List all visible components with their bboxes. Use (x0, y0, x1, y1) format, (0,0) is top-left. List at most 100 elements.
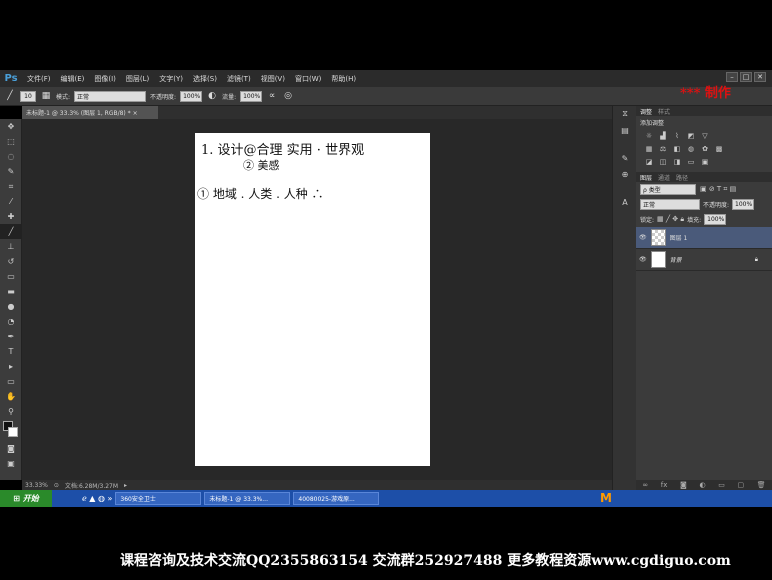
levels-icon[interactable]: ▟ (658, 131, 668, 140)
hue-saturation-icon[interactable]: ▦ (644, 144, 654, 153)
character-panel-icon[interactable]: A (613, 194, 637, 210)
mode-select[interactable]: 正常 (74, 90, 147, 102)
color-swatches-icon[interactable] (0, 419, 22, 441)
history-panel-icon[interactable]: ⧖ (613, 106, 637, 122)
pressure-size-icon[interactable]: ◎ (282, 90, 294, 102)
dodge-tool-icon[interactable]: ◔ (0, 314, 22, 329)
screen-mode-icon[interactable]: ▣ (0, 456, 22, 471)
layer-kind-select[interactable]: ρ 类型 (640, 184, 696, 195)
move-tool-icon[interactable]: ✥ (0, 119, 22, 134)
eyedropper-tool-icon[interactable]: ⁄ (0, 194, 22, 209)
channel-mixer-icon[interactable]: ✿ (700, 144, 710, 153)
brush-size-picker[interactable]: 10 (20, 90, 36, 102)
hand-tool-icon[interactable]: ✋ (0, 389, 22, 404)
curves-icon[interactable]: ⌇ (672, 131, 682, 140)
menu-select[interactable]: 选择(S) (188, 74, 222, 84)
minimize-button[interactable]: – (726, 72, 738, 82)
selective-color-icon[interactable]: ▣ (700, 157, 710, 166)
history-brush-tool-icon[interactable]: ↺ (0, 254, 22, 269)
gradient-tool-icon[interactable]: ▬ (0, 284, 22, 299)
menu-type[interactable]: 文字(Y) (154, 74, 188, 84)
pressure-opacity-icon[interactable]: ◐ (206, 90, 218, 102)
gradient-map-icon[interactable]: ▭ (686, 157, 696, 166)
document-tab[interactable]: 未标题-1 @ 33.3% (图层 1, RGB/8) * × (22, 106, 158, 119)
filter-icons-icon[interactable]: ▣ ⊘ T ⌗ ▤ (700, 185, 736, 194)
stamp-tool-icon[interactable]: ⊥ (0, 239, 22, 254)
menu-edit[interactable]: 编辑(E) (56, 74, 90, 84)
tab-styles[interactable]: 样式 (658, 107, 670, 116)
exposure-icon[interactable]: ◩ (686, 131, 696, 140)
maximize-button[interactable]: □ (740, 72, 752, 82)
mask-icon[interactable]: ◙ (680, 481, 687, 489)
tab-adjustments[interactable]: 调整 (640, 107, 652, 116)
layer-row-background[interactable]: 👁︎ 背景 🔒︎ (636, 249, 772, 271)
type-tool-icon[interactable]: T (0, 344, 22, 359)
zoom-tool-icon[interactable]: ⚲ (0, 404, 22, 419)
path-select-tool-icon[interactable]: ▸ (0, 359, 22, 374)
status-icon[interactable]: ⊙ (54, 482, 59, 489)
quick-launch-icons-icon[interactable]: ℯ ▲ ◍ » (82, 494, 112, 503)
eye-icon[interactable]: 👁︎ (639, 256, 647, 263)
task-360[interactable]: 360安全卫士 (115, 492, 202, 505)
marquee-tool-icon[interactable]: ⬚ (0, 134, 22, 149)
eye-icon[interactable]: 👁︎ (639, 234, 647, 241)
tab-paths[interactable]: 路径 (676, 173, 688, 182)
clone-source-icon[interactable]: ⊕ (613, 166, 637, 182)
photo-filter-icon[interactable]: ◍ (686, 144, 696, 153)
flow-input[interactable]: 100% (240, 90, 263, 102)
close-button[interactable]: ✕ (754, 72, 766, 82)
shape-tool-icon[interactable]: ▭ (0, 374, 22, 389)
fx-icon[interactable]: fx (661, 481, 668, 489)
menu-image[interactable]: 图像(I) (89, 74, 121, 84)
tab-layers[interactable]: 图层 (640, 173, 652, 182)
layer-opacity-input[interactable]: 100% (732, 199, 755, 210)
menu-view[interactable]: 视图(V) (256, 74, 290, 84)
pen-tool-icon[interactable]: ✒ (0, 329, 22, 344)
quick-mask-icon[interactable]: ◙ (0, 441, 22, 456)
lasso-tool-icon[interactable]: ◌ (0, 149, 22, 164)
blur-tool-icon[interactable]: ● (0, 299, 22, 314)
crop-tool-icon[interactable]: ⌗ (0, 179, 22, 194)
opacity-input[interactable]: 100% (180, 90, 203, 102)
properties-panel-icon[interactable]: ▤ (613, 122, 637, 138)
brush-tool-icon[interactable]: ╱ (0, 224, 22, 239)
vibrance-icon[interactable]: ▽ (700, 131, 710, 140)
tab-channels[interactable]: 通道 (658, 173, 670, 182)
menu-file[interactable]: 文件(F) (22, 74, 56, 84)
black-white-icon[interactable]: ◧ (672, 144, 682, 153)
blend-mode-select[interactable]: 正常 (640, 199, 700, 210)
layer-row-layer1[interactable]: 👁︎ 图层 1 (636, 227, 772, 249)
task-photoshop[interactable]: 未标题-1 @ 33.3%... (204, 492, 291, 505)
link-layers-icon[interactable]: ∞ (642, 481, 648, 489)
threshold-icon[interactable]: ◨ (672, 157, 682, 166)
status-menu-arrow-icon[interactable]: ▸ (124, 482, 127, 489)
brush-panel-toggle-icon[interactable]: ▦ (40, 90, 52, 102)
delete-layer-icon[interactable]: 🗑︎ (757, 481, 766, 489)
menu-filter[interactable]: 滤镜(T) (222, 74, 256, 84)
brightness-icon[interactable]: ☼ (644, 131, 654, 140)
menu-window[interactable]: 窗口(W) (290, 74, 326, 84)
quick-select-tool-icon[interactable]: ✎ (0, 164, 22, 179)
invert-icon[interactable]: ◪ (644, 157, 654, 166)
brush-tool-icon[interactable]: ╱ (4, 90, 16, 102)
zoom-level[interactable]: 33.33% (25, 482, 48, 489)
healing-tool-icon[interactable]: ✚ (0, 209, 22, 224)
airbrush-icon[interactable]: ∝ (266, 90, 278, 102)
start-button[interactable]: ⊞ 开始 (0, 490, 52, 507)
posterize-icon[interactable]: ◫ (658, 157, 668, 166)
eraser-tool-icon[interactable]: ▭ (0, 269, 22, 284)
adjustments-tabs: 调整 样式 (636, 106, 772, 116)
task-folder[interactable]: 40080025-游戏原... (293, 492, 380, 505)
fill-input[interactable]: 100% (704, 214, 727, 225)
lock-icons-icon[interactable]: ▦ ╱ ✥ 🔒︎ (657, 215, 684, 224)
group-icon[interactable]: ▭ (718, 481, 725, 489)
document-canvas[interactable]: 1. 设计@合理 实用 · 世界观 ② 美感 ① 地域 . 人类 . 人种 ∴ (195, 133, 430, 466)
new-layer-icon[interactable]: ▢ (738, 481, 745, 489)
brush-panel-icon[interactable]: ✎ (613, 150, 637, 166)
menu-help[interactable]: 帮助(H) (326, 74, 361, 84)
start-label: 开始 (22, 494, 39, 503)
adjustment-layer-icon[interactable]: ◐ (699, 481, 705, 489)
color-lookup-icon[interactable]: ▩ (714, 144, 724, 153)
color-balance-icon[interactable]: ⚖ (658, 144, 668, 153)
menu-layer[interactable]: 图层(L) (121, 74, 154, 84)
